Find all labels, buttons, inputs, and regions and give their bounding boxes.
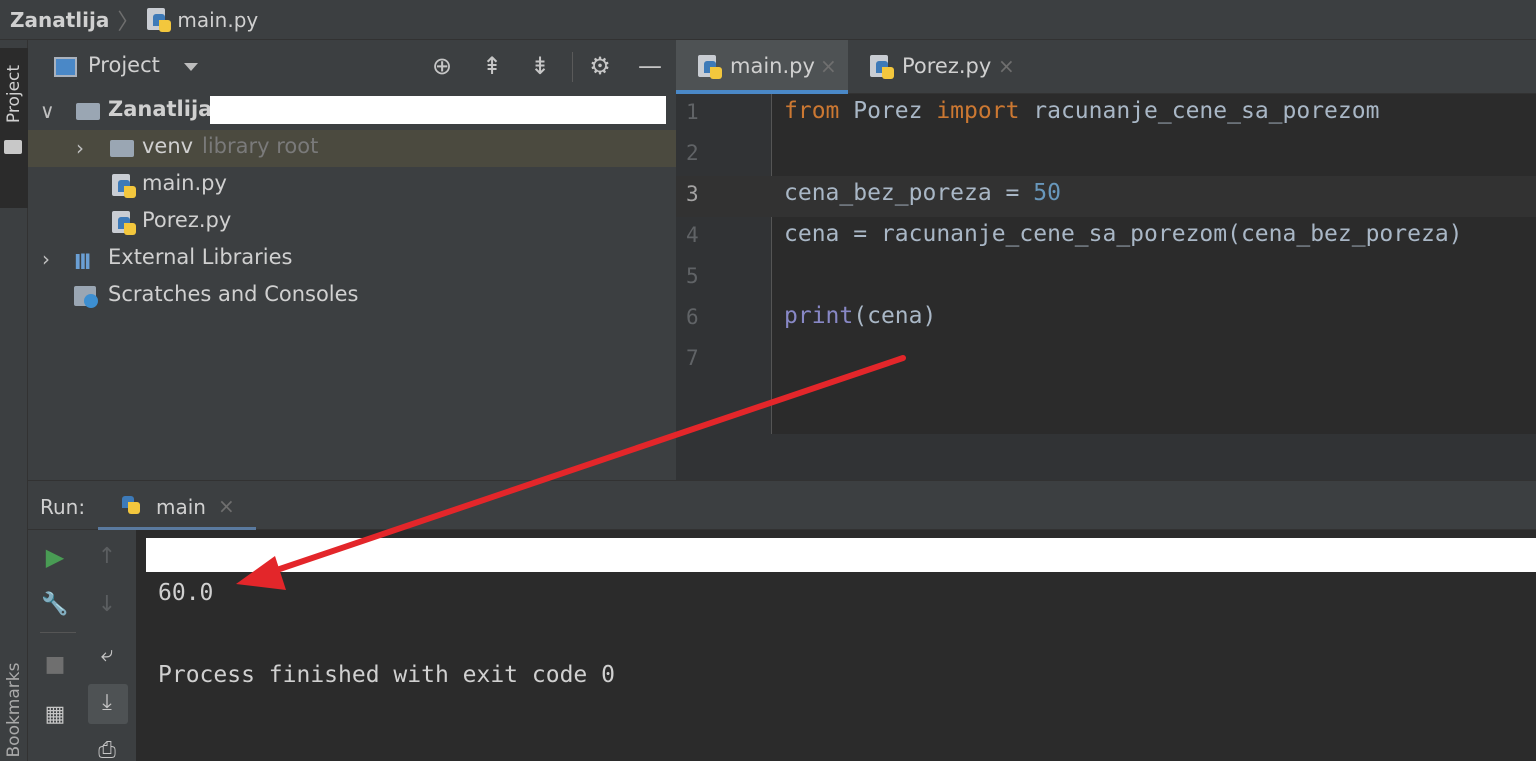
close-icon[interactable]: × bbox=[998, 54, 1015, 78]
console-output[interactable]: 60.0 Process finished with exit code 0 bbox=[136, 530, 1536, 761]
console-exit-message: Process finished with exit code 0 bbox=[158, 662, 615, 688]
keyword-import: import bbox=[936, 98, 1020, 124]
run-tab-main[interactable]: main × bbox=[98, 481, 256, 531]
collapse-all-icon[interactable]: ⇟ bbox=[526, 52, 554, 80]
project-stripe-label: Project bbox=[4, 64, 24, 124]
project-panel: Project ⊕ ⇞ ⇟ ⚙ — ∨ Zanatlija › venv lib… bbox=[28, 40, 676, 480]
locate-file-icon[interactable]: ⊕ bbox=[428, 52, 456, 80]
breadcrumb-separator: 〉 bbox=[117, 9, 140, 35]
bookmarks-tool-button[interactable]: Bookmarks bbox=[4, 660, 24, 760]
expand-all-icon[interactable]: ⇞ bbox=[478, 52, 506, 80]
breadcrumb-project[interactable]: Zanatlija bbox=[10, 8, 109, 32]
project-window-icon bbox=[54, 57, 77, 77]
hide-panel-icon[interactable]: — bbox=[636, 52, 664, 80]
print-icon[interactable]: ⎙ bbox=[92, 736, 122, 761]
chevron-down-icon[interactable] bbox=[184, 63, 198, 71]
number-literal: 50 bbox=[1033, 180, 1061, 206]
import-name: racunanje_cene_sa_porezom bbox=[1019, 98, 1380, 124]
library-icon: Ill bbox=[74, 250, 91, 274]
python-file-icon bbox=[870, 55, 894, 79]
library-root-hint: library root bbox=[202, 134, 319, 158]
builtin-print: print bbox=[784, 303, 854, 329]
run-panel-header: Run: main × bbox=[28, 480, 1536, 531]
tree-item-scratches[interactable]: Scratches and Consoles bbox=[28, 278, 676, 315]
code-line-4[interactable]: 4 cena = racunanje_cene_sa_porezom(cena_… bbox=[676, 217, 1536, 258]
code-line-6[interactable]: 6 print(cena) bbox=[676, 299, 1536, 340]
redacted-command-line bbox=[146, 538, 1536, 572]
python-file-icon bbox=[147, 7, 172, 32]
chevron-right-icon[interactable]: › bbox=[42, 247, 50, 271]
python-file-icon bbox=[112, 174, 136, 198]
tree-item-label: Scratches and Consoles bbox=[108, 282, 359, 306]
wrench-icon[interactable]: 🔧 bbox=[40, 590, 70, 620]
line-number: 2 bbox=[686, 141, 699, 165]
close-icon[interactable]: × bbox=[820, 54, 837, 78]
code-text: cena = racunanje_cene_sa_porezom(cena_be… bbox=[784, 221, 1463, 247]
tab-porez-py[interactable]: Porez.py × bbox=[852, 40, 1020, 94]
python-icon bbox=[120, 494, 144, 518]
code-line-3[interactable]: 3 cena_bez_poreza = 50 bbox=[676, 176, 1536, 217]
chevron-right-icon[interactable]: › bbox=[76, 136, 84, 160]
line-number: 4 bbox=[686, 223, 699, 247]
call-args: (cena) bbox=[853, 303, 937, 329]
tree-item-label: External Libraries bbox=[108, 245, 293, 269]
code-editor: main.py × Porez.py × 1 from Porez import… bbox=[676, 40, 1536, 480]
chevron-down-icon[interactable]: ∨ bbox=[40, 99, 55, 123]
keyword-from: from bbox=[784, 98, 840, 124]
python-file-icon bbox=[112, 211, 136, 235]
folder-icon bbox=[110, 140, 134, 157]
tree-item-label: Zanatlija bbox=[108, 97, 213, 121]
rerun-icon[interactable]: ▶ bbox=[40, 542, 70, 572]
toolbar-divider bbox=[40, 632, 76, 633]
breadcrumb-file[interactable]: main.py bbox=[177, 8, 258, 32]
module-name: Porez bbox=[839, 98, 937, 124]
scratches-icon bbox=[74, 286, 98, 308]
tab-label: main.py bbox=[730, 54, 815, 78]
tab-main-py[interactable]: main.py × bbox=[676, 40, 848, 94]
redacted-path bbox=[210, 96, 666, 124]
left-tool-stripe: Project Bookmarks bbox=[0, 40, 28, 761]
line-number: 1 bbox=[686, 100, 699, 124]
soft-wrap-icon[interactable]: ⤶ bbox=[92, 640, 122, 670]
tree-item-venv[interactable]: › venv library root bbox=[28, 130, 676, 167]
tree-item-label: venv bbox=[142, 134, 194, 158]
line-number: 7 bbox=[686, 346, 699, 370]
line-number: 6 bbox=[686, 305, 699, 329]
code-line-1[interactable]: 1 from Porez import racunanje_cene_sa_po… bbox=[676, 94, 1536, 135]
tab-label: Porez.py bbox=[902, 54, 992, 78]
tree-item-main-py[interactable]: main.py bbox=[28, 167, 676, 204]
editor-bottom-area bbox=[676, 434, 1536, 480]
project-view-selector[interactable]: Project bbox=[88, 53, 160, 77]
project-panel-header: Project ⊕ ⇞ ⇟ ⚙ — bbox=[28, 40, 676, 94]
line-number: 3 bbox=[686, 182, 699, 206]
tree-item-porez-py[interactable]: Porez.py bbox=[28, 204, 676, 241]
python-file-icon bbox=[698, 55, 722, 79]
toolbar-divider bbox=[572, 52, 573, 82]
run-panel: Run: main × ▶ ↑ 🔧 ↓ ■ ⤶ ⤓ ▦ ⎙ 60.0 Proce… bbox=[28, 480, 1536, 761]
project-tool-button[interactable]: Project bbox=[0, 48, 28, 208]
folder-icon bbox=[4, 140, 22, 154]
run-toolbar: ▶ ↑ 🔧 ↓ ■ ⤶ ⤓ ▦ ⎙ bbox=[28, 530, 136, 761]
folder-icon bbox=[76, 103, 100, 120]
assignment: cena_bez_poreza = bbox=[784, 180, 1034, 206]
console-output-line: 60.0 bbox=[158, 580, 214, 606]
run-label: Run: bbox=[40, 495, 86, 519]
scroll-to-end-icon[interactable]: ⤓ bbox=[92, 688, 122, 718]
stop-icon[interactable]: ■ bbox=[40, 650, 70, 680]
arrow-up-icon[interactable]: ↑ bbox=[92, 542, 122, 572]
arrow-down-icon[interactable]: ↓ bbox=[92, 590, 122, 620]
close-icon[interactable]: × bbox=[218, 494, 235, 518]
gear-icon[interactable]: ⚙ bbox=[586, 52, 614, 80]
tree-item-label: main.py bbox=[142, 171, 227, 195]
code-line-7[interactable]: 7 bbox=[676, 340, 1536, 381]
navigation-breadcrumb: Zanatlija 〉 main.py bbox=[0, 0, 1536, 40]
line-number: 5 bbox=[686, 264, 699, 288]
code-line-2[interactable]: 2 bbox=[676, 135, 1536, 176]
tree-item-external-libraries[interactable]: › Ill External Libraries bbox=[28, 241, 676, 278]
editor-tab-bar: main.py × Porez.py × bbox=[676, 40, 1536, 94]
layout-icon[interactable]: ▦ bbox=[40, 700, 70, 730]
code-line-5[interactable]: 5 bbox=[676, 258, 1536, 299]
tree-item-label: Porez.py bbox=[142, 208, 232, 232]
run-tab-label: main bbox=[156, 495, 206, 519]
